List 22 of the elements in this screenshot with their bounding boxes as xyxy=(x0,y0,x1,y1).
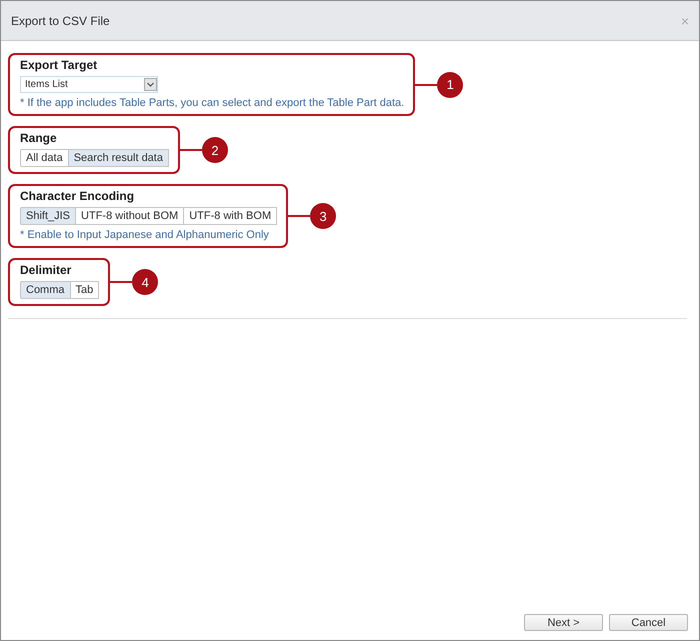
section-heading: Range xyxy=(20,131,57,145)
number-marker: 3 xyxy=(310,203,336,229)
dropdown[interactable]: Items List xyxy=(20,76,158,93)
cancel-button[interactable]: Cancel xyxy=(609,614,688,631)
next-button[interactable]: Next > xyxy=(524,614,603,631)
hint-text: * Enable to Input Japanese and Alphanumeric Only xyxy=(20,229,269,241)
caret-icon xyxy=(144,78,157,91)
number-marker: 1 xyxy=(437,72,464,98)
segment-option[interactable]: Search result data xyxy=(68,149,169,167)
segment-option[interactable]: Shift_JIS xyxy=(20,207,76,225)
section-heading: Delimiter xyxy=(20,263,72,277)
segment-option[interactable]: UTF-8 with BOM xyxy=(183,207,278,225)
segment-option[interactable]: All data xyxy=(20,149,69,167)
segment-option[interactable]: Comma xyxy=(20,281,71,299)
window-title: Export to CSV File xyxy=(11,14,110,28)
segment-option[interactable]: UTF-8 without BOM xyxy=(75,207,184,225)
segment-option[interactable]: Tab xyxy=(70,281,100,299)
section-heading: Character Encoding xyxy=(20,189,134,203)
hint-text: * If the app includes Table Parts, you can select and export the Table Part data. xyxy=(20,97,404,109)
number-marker: 4 xyxy=(132,269,158,295)
section-heading: Export Target xyxy=(20,58,98,72)
number-marker: 2 xyxy=(202,137,228,163)
